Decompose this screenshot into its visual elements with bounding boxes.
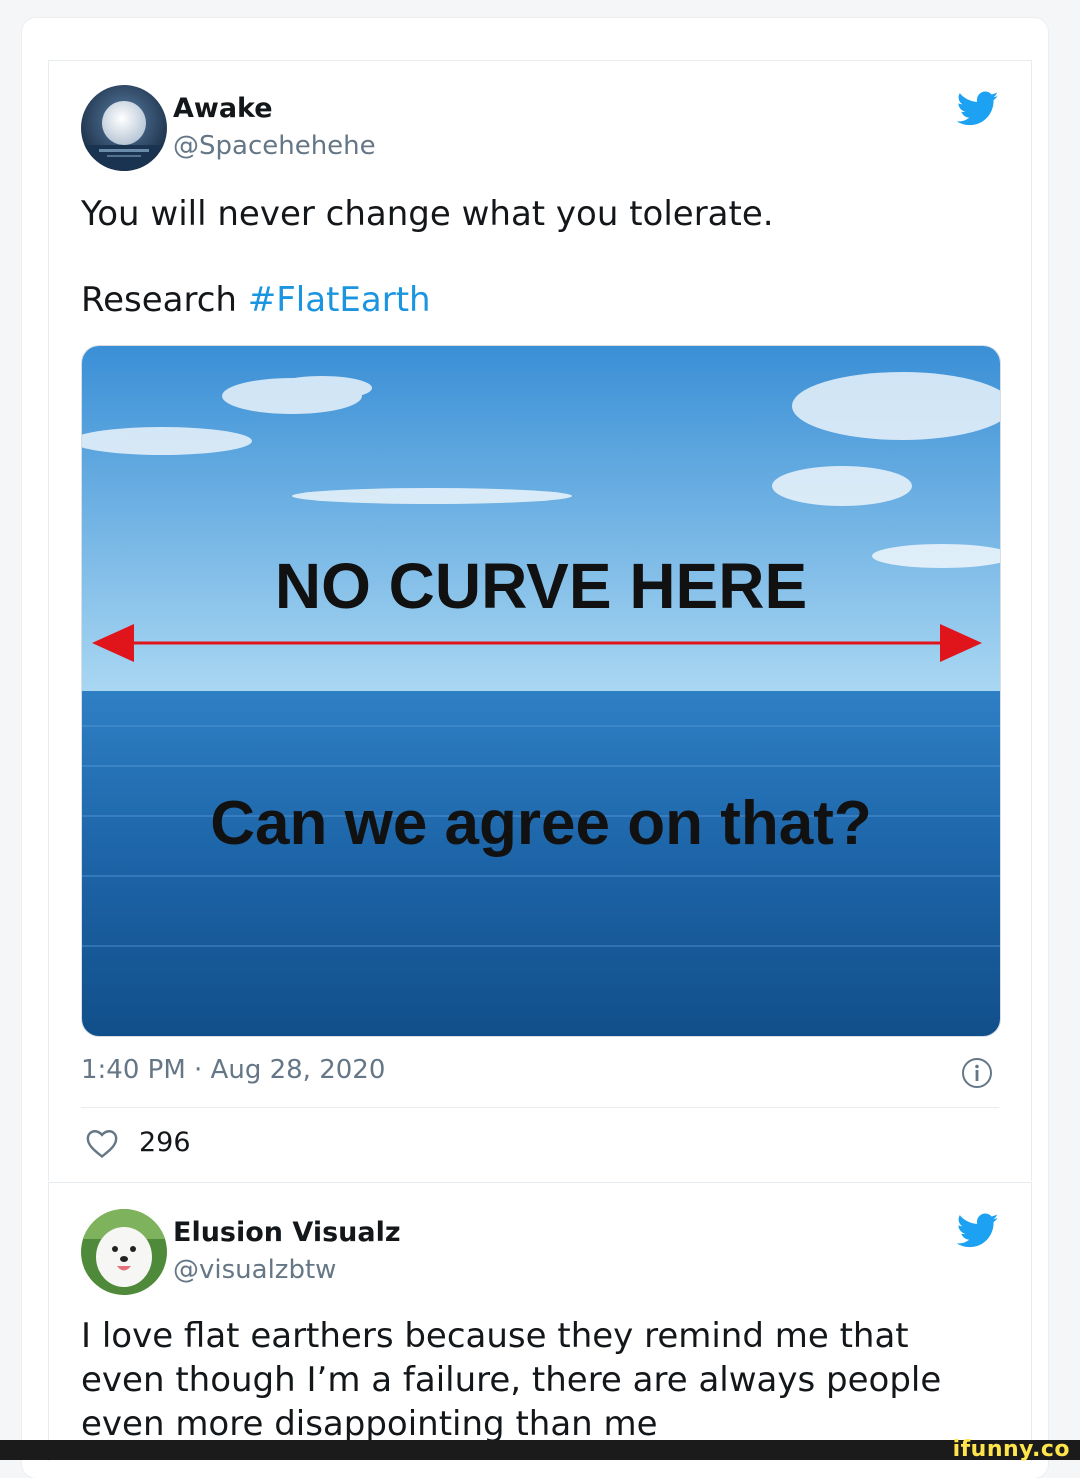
heart-icon[interactable] <box>85 1127 119 1159</box>
user-handle[interactable]: @visualzbtw <box>173 1255 336 1285</box>
info-icon[interactable] <box>961 1057 993 1089</box>
tweet-text-line2: Research #FlatEarth <box>81 279 431 321</box>
avatar-awake[interactable] <box>81 85 167 171</box>
twitter-bird-icon[interactable] <box>956 1213 999 1249</box>
tweet-text-line: I love flat earthers because they remind… <box>81 1316 909 1356</box>
tweet-text-line: even though I’m a failure, there are alw… <box>81 1360 942 1400</box>
tweet-awake[interactable]: Awake @Spacehehehe You will never change… <box>48 60 1032 1181</box>
avatar-elusion[interactable] <box>81 1209 167 1295</box>
tweet-timestamp[interactable]: 1:40 PM · Aug 28, 2020 <box>81 1055 385 1085</box>
image-headline: NO CURVE HERE <box>275 550 807 622</box>
display-name[interactable]: Elusion Visualz <box>173 1217 401 1248</box>
image-question: Can we agree on that? <box>210 789 871 858</box>
like-count: 296 <box>139 1127 191 1158</box>
tweet-text-prefix: Research <box>81 280 248 320</box>
twitter-bird-icon[interactable] <box>956 91 999 127</box>
ifunny-watermark: ifunny.co <box>952 1437 1070 1462</box>
divider <box>81 1107 999 1108</box>
tweet-text-line1: You will never change what you tolerate. <box>81 194 774 234</box>
footer-bar: ifunny.co <box>0 1437 1080 1462</box>
tweet-elusion-visualz[interactable]: Elusion Visualz @visualzbtw I love flat … <box>48 1182 1032 1461</box>
tweet-image[interactable]: NO CURVE HERE Can we agree on that? <box>81 345 1001 1037</box>
display-name[interactable]: Awake <box>173 93 273 124</box>
hashtag-link[interactable]: #FlatEarth <box>248 280 431 320</box>
tweet-text-line: even more disappointing than me <box>81 1404 658 1444</box>
user-handle[interactable]: @Spacehehehe <box>173 131 376 161</box>
